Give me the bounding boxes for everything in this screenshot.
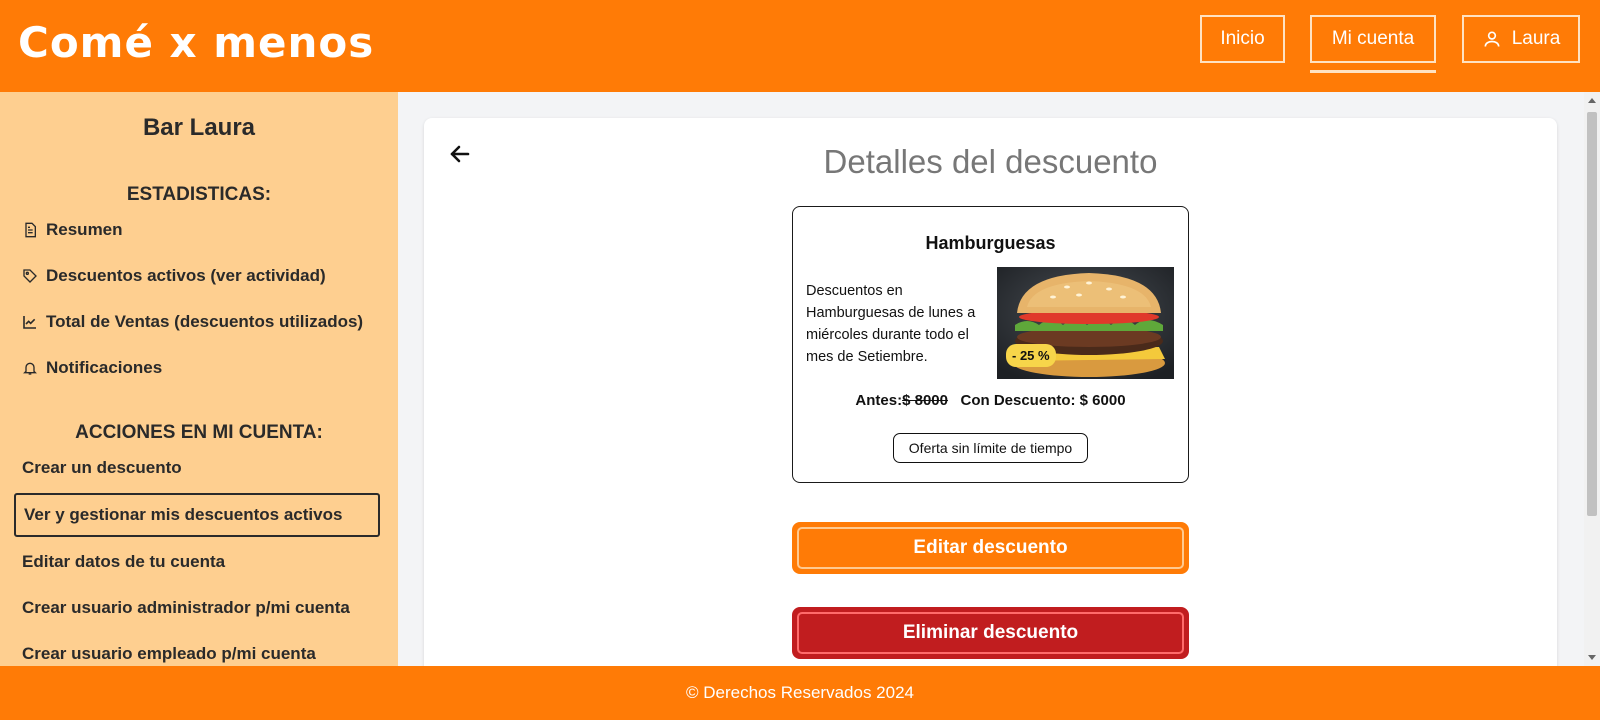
sidebar-item-label: Resumen (46, 220, 123, 239)
active-nav-underline (1310, 70, 1436, 73)
page-title: Detalles del descuento (823, 143, 1158, 180)
sidebar-action-crear-empleado[interactable]: Crear usuario empleado p/mi cuenta (22, 644, 316, 664)
before-label: Antes: (855, 392, 903, 409)
nav-account-label: Mi cuenta (1331, 28, 1415, 49)
sidebar-action-editar-cuenta[interactable]: Editar datos de tu cuenta (22, 552, 225, 572)
price-line: Antes:$ 8000 Con Descuento: $ 6000 (793, 392, 1188, 409)
nav-account-button[interactable]: Mi cuenta (1310, 15, 1436, 63)
edit-discount-button[interactable]: Editar descuento (792, 522, 1189, 574)
brand-logo[interactable]: Comé x menos (18, 18, 374, 67)
tag-icon (23, 269, 37, 283)
before-price: $ 8000 (902, 392, 948, 409)
sidebar-action-crear-descuento[interactable]: Crear un descuento (22, 458, 182, 478)
sidebar: Bar Laura ESTADISTICAS: Resumen Descuent… (0, 92, 398, 666)
scroll-up-icon[interactable] (1588, 98, 1596, 103)
bell-icon (23, 362, 37, 375)
page-scrollbar[interactable] (1584, 92, 1600, 666)
after-price: Con Descuento: $ 6000 (960, 392, 1126, 409)
sidebar-item-resumen[interactable]: Resumen (22, 220, 123, 240)
nav-home-label: Inicio (1220, 28, 1265, 49)
sidebar-item-descuentos-activos[interactable]: Descuentos activos (ver actividad) (22, 266, 326, 286)
business-name: Bar Laura (142, 114, 256, 141)
scroll-down-icon[interactable] (1588, 655, 1596, 660)
discount-card: Hamburguesas Descuentos en Hamburguesas … (792, 206, 1189, 483)
discount-percentage-badge: - 25 % (1006, 344, 1056, 367)
sidebar-action-gestionar-descuentos[interactable]: Ver y gestionar mis descuentos activos (14, 493, 380, 537)
stats-heading: ESTADISTICAS: (126, 184, 272, 205)
sidebar-item-notificaciones[interactable]: Notificaciones (22, 358, 162, 378)
footer: © Derechos Reservados 2024 (0, 666, 1600, 720)
copyright-text: © Derechos Reservados 2024 (686, 683, 914, 702)
sidebar-item-label: Notificaciones (46, 358, 163, 377)
delete-discount-label: Eliminar descuento (797, 612, 1184, 654)
nav-user-label: Laura (1511, 28, 1561, 49)
validity-pill: Oferta sin límite de tiempo (893, 433, 1088, 463)
actions-heading: ACCIONES EN MI CUENTA: (75, 422, 323, 443)
nav-user-button[interactable]: Laura (1462, 15, 1580, 63)
chart-line-icon (23, 316, 36, 329)
document-icon (25, 222, 36, 238)
scroll-thumb[interactable] (1587, 112, 1597, 516)
edit-discount-label: Editar descuento (797, 527, 1184, 569)
sidebar-action-crear-admin[interactable]: Crear usuario administrador p/mi cuenta (22, 598, 350, 618)
discount-description: Descuentos en Hamburguesas de lunes a mi… (806, 283, 976, 365)
sidebar-item-label: Total de Ventas (descuentos utilizados) (46, 312, 364, 331)
discount-name: Hamburguesas (925, 233, 1056, 253)
user-icon (1484, 31, 1500, 47)
nav-home-button[interactable]: Inicio (1200, 15, 1285, 63)
sidebar-item-total-ventas[interactable]: Total de Ventas (descuentos utilizados) (22, 312, 363, 332)
delete-discount-button[interactable]: Eliminar descuento (792, 607, 1189, 659)
sidebar-item-label: Descuentos activos (ver actividad) (46, 266, 326, 285)
top-bar: Comé x menos Inicio Mi cuenta Laura (0, 0, 1600, 92)
